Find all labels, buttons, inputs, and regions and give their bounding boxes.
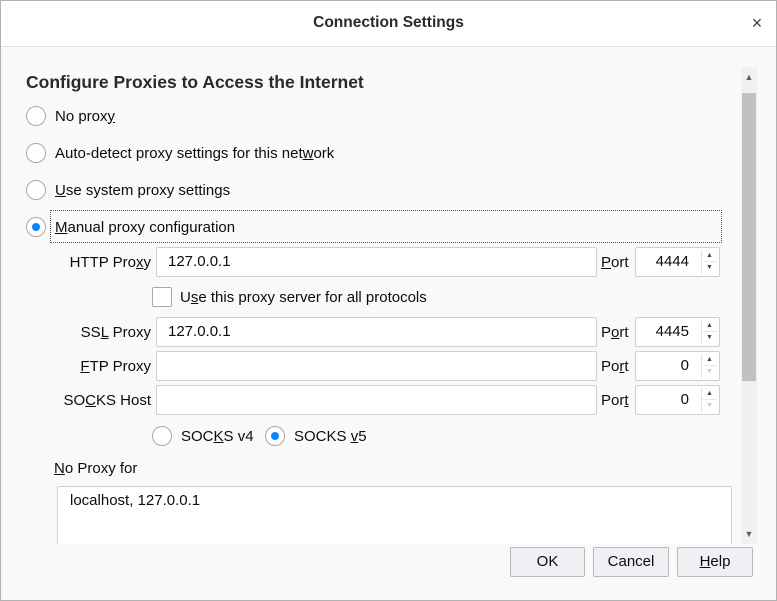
port-value: 4445 bbox=[655, 323, 689, 340]
no-proxy-textarea[interactable]: localhost, 127.0.0.1 bbox=[57, 486, 732, 544]
http-proxy-label: HTTP Proxy bbox=[69, 254, 151, 271]
radio-socks-v5[interactable]: SOCKS v5 bbox=[265, 424, 367, 448]
spinner: ▲ ▼ bbox=[701, 250, 717, 274]
ok-button[interactable]: OK bbox=[510, 547, 585, 577]
radio-button[interactable] bbox=[152, 426, 172, 446]
scroll-up-icon[interactable]: ▲ bbox=[741, 67, 757, 87]
radio-system-proxy[interactable]: Use system proxy settings bbox=[26, 178, 230, 202]
socks-port-label: Port bbox=[601, 392, 629, 409]
radio-label: Manual proxy configuration bbox=[55, 218, 236, 236]
ssl-proxy-label: SSL Proxy bbox=[80, 324, 151, 341]
radio-button[interactable] bbox=[26, 180, 46, 200]
socks-host-label: SOCKS Host bbox=[63, 392, 151, 409]
spin-down-icon[interactable]: ▼ bbox=[702, 366, 717, 378]
spin-up-icon[interactable]: ▲ bbox=[702, 354, 717, 366]
radio-label: No proxy bbox=[55, 107, 116, 125]
checkbox[interactable] bbox=[152, 287, 172, 307]
spin-up-icon[interactable]: ▲ bbox=[702, 388, 717, 400]
vertical-scrollbar[interactable]: ▲ ▼ bbox=[741, 67, 757, 544]
spinner: ▲ ▼ bbox=[701, 354, 717, 378]
close-icon[interactable]: × bbox=[746, 12, 768, 34]
spin-down-icon[interactable]: ▼ bbox=[702, 262, 717, 274]
socks-port-stepper[interactable]: 0 ▲ ▼ bbox=[635, 385, 720, 415]
radio-socks-v4[interactable]: SOCKS v4 bbox=[152, 424, 254, 448]
http-proxy-input[interactable]: 127.0.0.1 bbox=[156, 247, 597, 277]
socks-host-input[interactable] bbox=[156, 385, 597, 415]
use-for-all-protocols-checkbox[interactable]: Use this proxy server for all protocols bbox=[152, 287, 427, 307]
help-button[interactable]: Help bbox=[677, 547, 753, 577]
spinner: ▲ ▼ bbox=[701, 388, 717, 412]
ssl-port-stepper[interactable]: 4445 ▲ ▼ bbox=[635, 317, 720, 347]
ftp-port-label: Port bbox=[601, 358, 629, 375]
port-value: 0 bbox=[680, 391, 689, 408]
ftp-port-stepper[interactable]: 0 ▲ ▼ bbox=[635, 351, 720, 381]
spin-down-icon[interactable]: ▼ bbox=[702, 400, 717, 412]
spin-up-icon[interactable]: ▲ bbox=[702, 250, 717, 262]
radio-label: SOCKS v5 bbox=[294, 427, 367, 445]
spin-up-icon[interactable]: ▲ bbox=[702, 320, 717, 332]
radio-button-checked[interactable] bbox=[26, 217, 46, 237]
checkbox-label: Use this proxy server for all protocols bbox=[180, 288, 427, 306]
ftp-proxy-label: FTP Proxy bbox=[80, 358, 151, 375]
radio-manual-proxy[interactable]: Manual proxy configuration bbox=[26, 215, 235, 239]
radio-button[interactable] bbox=[26, 143, 46, 163]
ftp-proxy-input[interactable] bbox=[156, 351, 597, 381]
dialog-content: Configure Proxies to Access the Internet… bbox=[1, 48, 741, 544]
http-port-label: Port bbox=[601, 254, 629, 271]
ssl-port-label: Port bbox=[601, 324, 629, 341]
cancel-button[interactable]: Cancel bbox=[593, 547, 669, 577]
no-proxy-label: No Proxy for bbox=[54, 460, 138, 477]
radio-no-proxy[interactable]: No proxy bbox=[26, 104, 115, 128]
http-port-stepper[interactable]: 4444 ▲ ▼ bbox=[635, 247, 720, 277]
radio-label: SOCKS v4 bbox=[181, 427, 254, 445]
radio-label: Use system proxy settings bbox=[55, 181, 231, 199]
dialog-title: Connection Settings bbox=[313, 14, 464, 31]
radio-auto-detect[interactable]: Auto-detect proxy settings for this netw… bbox=[26, 141, 334, 165]
scroll-thumb[interactable] bbox=[742, 93, 756, 381]
scroll-down-icon[interactable]: ▼ bbox=[741, 524, 757, 544]
spinner: ▲ ▼ bbox=[701, 320, 717, 344]
section-heading: Configure Proxies to Access the Internet bbox=[26, 72, 364, 92]
title-bar: Connection Settings × bbox=[1, 1, 776, 47]
radio-button[interactable] bbox=[26, 106, 46, 126]
radio-button-checked[interactable] bbox=[265, 426, 285, 446]
connection-settings-dialog: Connection Settings × Configure Proxies … bbox=[0, 0, 777, 601]
radio-label: Auto-detect proxy settings for this netw… bbox=[55, 144, 335, 162]
spin-down-icon[interactable]: ▼ bbox=[702, 332, 717, 344]
port-value: 4444 bbox=[655, 253, 689, 270]
port-value: 0 bbox=[680, 357, 689, 374]
ssl-proxy-input[interactable]: 127.0.0.1 bbox=[156, 317, 597, 347]
